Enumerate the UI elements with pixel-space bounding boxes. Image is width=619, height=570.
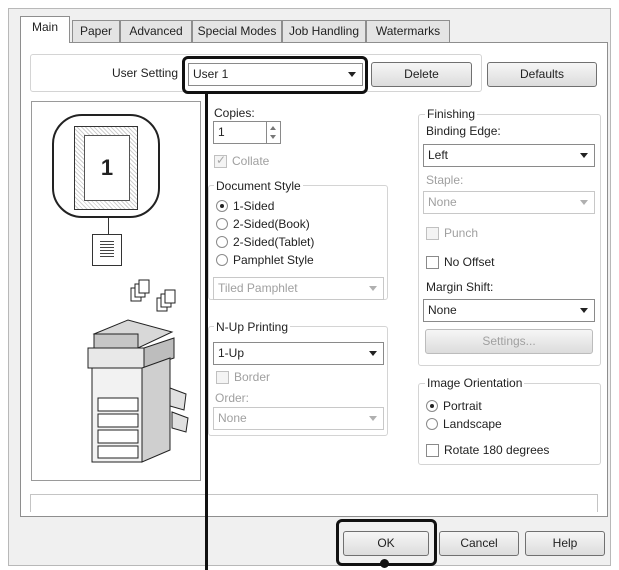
chevron-down-icon: [369, 286, 377, 291]
image-orientation-title: Image Orientation: [425, 376, 525, 390]
binding-edge-label: Binding Edge:: [426, 124, 501, 138]
document-style-title: Document Style: [214, 179, 303, 193]
margin-shift-select[interactable]: None: [423, 299, 595, 322]
copies-label: Copies:: [214, 106, 255, 120]
staple-select[interactable]: None: [423, 191, 595, 214]
pamphlet-select[interactable]: Tiled Pamphlet: [213, 277, 384, 300]
nup-select[interactable]: 1-Up: [213, 342, 384, 365]
radio-portrait-label: Portrait: [443, 399, 482, 413]
copies-value: 1: [218, 125, 225, 139]
defaults-button[interactable]: Defaults: [487, 62, 597, 87]
chevron-down-icon: [369, 416, 377, 421]
rotate-180-label: Rotate 180 degrees: [444, 443, 550, 457]
pamphlet-value: Tiled Pamphlet: [218, 281, 298, 295]
margin-shift-label: Margin Shift:: [426, 280, 494, 294]
radio-1-sided-label: 1-Sided: [233, 199, 275, 213]
no-offset-label: No Offset: [444, 255, 495, 269]
tab-main[interactable]: Main: [20, 16, 70, 43]
chevron-down-icon: [580, 200, 588, 205]
separator-frame: [30, 494, 598, 512]
tab-paper[interactable]: Paper: [72, 20, 120, 42]
punch-label: Punch: [444, 226, 479, 240]
staple-value: None: [428, 195, 457, 209]
user-setting-callout: [182, 56, 368, 94]
binding-edge-select[interactable]: Left: [423, 144, 595, 167]
radio-2-sided-book[interactable]: [216, 218, 228, 230]
order-value: None: [218, 411, 247, 425]
tab-watermarks[interactable]: Watermarks: [366, 20, 450, 42]
chevron-down-icon: [580, 308, 588, 313]
collate-label: Collate: [232, 154, 270, 168]
radio-landscape-label: Landscape: [443, 417, 502, 431]
radio-portrait[interactable]: [426, 400, 438, 412]
chevron-down-icon: [580, 153, 588, 158]
finishing-title: Finishing: [425, 107, 478, 121]
document-lines: [100, 241, 114, 259]
tab-job-handling[interactable]: Job Handling: [282, 20, 366, 42]
user-setting-label: User Setting: [111, 66, 178, 80]
nup-value: 1-Up: [218, 346, 245, 360]
order-label: Order:: [215, 391, 250, 405]
collate-checkbox[interactable]: [214, 153, 227, 168]
user-setting-callout-line: [205, 94, 208, 570]
radio-1-sided[interactable]: [216, 200, 228, 212]
punch-checkbox[interactable]: [426, 227, 439, 240]
radio-2-sided-tablet[interactable]: [216, 236, 228, 248]
tab-advanced[interactable]: Advanced: [120, 20, 192, 42]
copies-spinner[interactable]: 1: [213, 121, 281, 144]
page-preview-sheet: 1: [74, 126, 138, 210]
page-preview-frame: 1: [52, 114, 160, 218]
pamphlet-icon: [129, 278, 185, 314]
cancel-button[interactable]: Cancel: [439, 531, 519, 556]
border-label: Border: [234, 370, 271, 384]
border-checkbox[interactable]: [216, 371, 229, 384]
document-icon: [92, 234, 122, 266]
connector-line: [108, 218, 109, 234]
radio-landscape[interactable]: [426, 418, 438, 430]
radio-2-sided-book-label: 2-Sided(Book): [233, 217, 310, 231]
rotate-180-checkbox[interactable]: [426, 444, 439, 457]
no-offset-checkbox[interactable]: [426, 256, 439, 269]
radio-2-sided-tablet-label: 2-Sided(Tablet): [233, 235, 315, 249]
nup-printing-title: N-Up Printing: [214, 320, 291, 334]
order-select[interactable]: None: [213, 407, 384, 430]
radio-pamphlet-style[interactable]: [216, 254, 228, 266]
settings-button[interactable]: Settings...: [425, 329, 593, 354]
margin-shift-value: None: [428, 303, 457, 317]
radio-pamphlet-style-label: Pamphlet Style: [233, 253, 314, 267]
chevron-down-icon: [369, 351, 377, 356]
ok-callout-dot: [380, 559, 389, 568]
tab-special-modes[interactable]: Special Modes: [192, 20, 282, 42]
delete-button[interactable]: Delete: [371, 62, 472, 87]
preview-panel: 1: [31, 101, 201, 481]
staple-label: Staple:: [426, 173, 464, 187]
page-number: 1: [84, 135, 130, 201]
binding-edge-value: Left: [428, 148, 449, 162]
spin-arrows-icon[interactable]: [266, 122, 280, 143]
printer-icon: [80, 314, 190, 470]
help-button[interactable]: Help: [525, 531, 605, 556]
